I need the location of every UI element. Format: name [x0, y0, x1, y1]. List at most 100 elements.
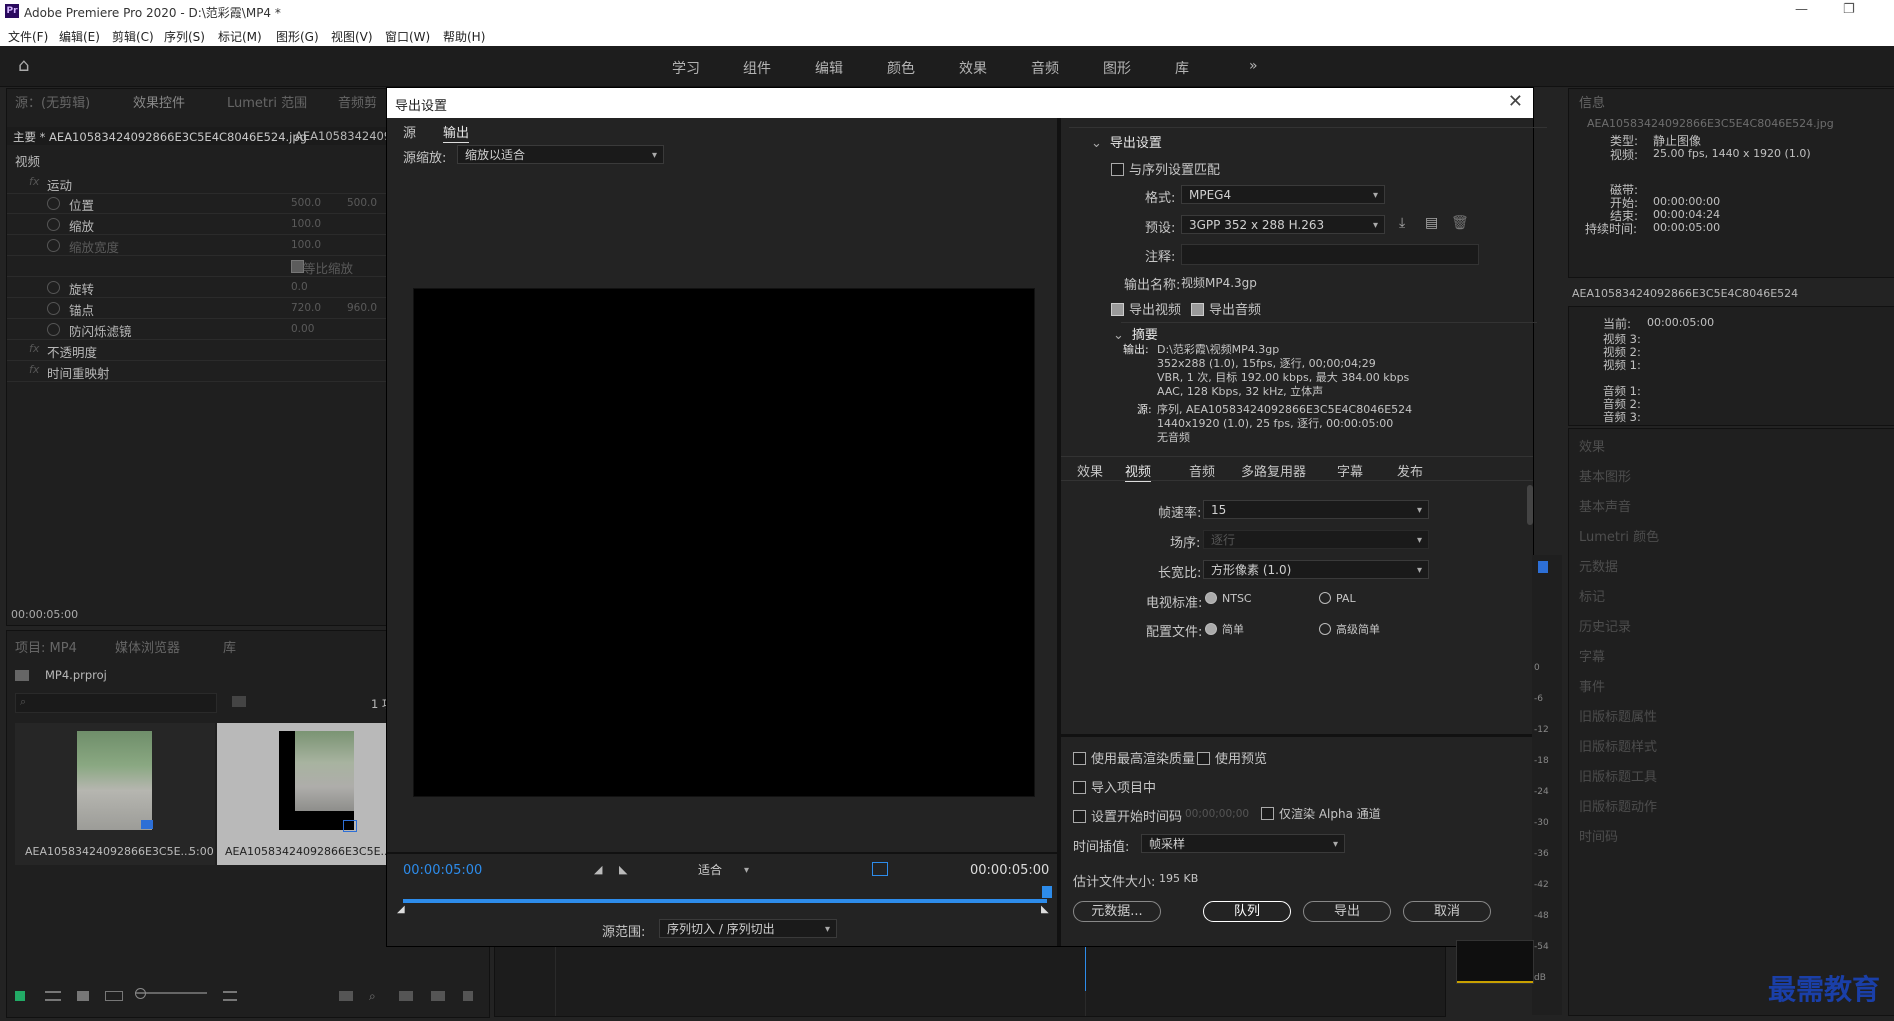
- tab-media-browser[interactable]: 媒体浏览器: [115, 637, 180, 656]
- master-clip-label[interactable]: 主要 * AEA10583424092866E3C5E4C8046E524.jp…: [13, 129, 307, 145]
- effect-row[interactable]: 锚点 720.0 960.0: [7, 298, 389, 319]
- panel-list-item[interactable]: 字幕: [1579, 646, 1605, 665]
- panel-list-item[interactable]: 旧版标题工具: [1579, 766, 1657, 785]
- summary-heading[interactable]: ⌄ 摘要: [1113, 324, 1158, 343]
- marker-icon[interactable]: [1538, 561, 1548, 573]
- frame-rate-dropdown[interactable]: 15 ▾: [1203, 500, 1429, 519]
- home-icon[interactable]: ⌂: [18, 55, 38, 76]
- panel-list-item[interactable]: 效果: [1579, 436, 1605, 455]
- project-item-selected[interactable]: AEA10583424092866E3C5E...: [217, 723, 391, 865]
- import-into-project-checkbox[interactable]: 导入项目中: [1073, 777, 1156, 796]
- project-search-input[interactable]: ⌕: [15, 693, 217, 713]
- source-range-bar[interactable]: [403, 899, 1047, 903]
- aspect-toggle-icon[interactable]: [872, 862, 888, 876]
- delete-preset-icon[interactable]: 🗑: [1451, 215, 1469, 231]
- panel-list-item[interactable]: 标记: [1579, 586, 1605, 605]
- panel-list-item[interactable]: 事件: [1579, 676, 1605, 695]
- menu-window[interactable]: 窗口(W): [385, 28, 430, 45]
- pal-radio[interactable]: PAL: [1319, 592, 1356, 605]
- stopwatch-icon[interactable]: [47, 197, 60, 210]
- fx-badge-icon[interactable]: fx: [29, 175, 39, 188]
- cancel-button[interactable]: 取消: [1403, 901, 1491, 922]
- panel-list-item[interactable]: 时间码: [1579, 826, 1618, 845]
- panel-list-item[interactable]: 旧版标题样式: [1579, 736, 1657, 755]
- export-video-checkbox[interactable]: 导出视频: [1111, 299, 1181, 318]
- zoom-fit-dropdown[interactable]: 适合 ▾: [691, 861, 755, 880]
- menu-help[interactable]: 帮助(H): [443, 28, 485, 45]
- panel-list-item[interactable]: 基本声音: [1579, 496, 1631, 515]
- tab-video[interactable]: 视频: [1125, 461, 1152, 482]
- effect-controls-timecode[interactable]: 00:00:05:00: [11, 608, 78, 621]
- mark-in-icon[interactable]: ◢: [594, 863, 602, 876]
- effect-value[interactable]: 960.0: [347, 302, 377, 314]
- panel-list-item[interactable]: 基本图形: [1579, 466, 1631, 485]
- source-scaling-dropdown[interactable]: 缩放以适合 ▾: [457, 145, 664, 164]
- effect-value[interactable]: 0.00: [291, 323, 314, 335]
- close-icon[interactable]: ✕: [1508, 91, 1523, 112]
- metadata-button[interactable]: 元数据...: [1073, 901, 1161, 922]
- tab-lumetri-scopes[interactable]: Lumetri 范围: [227, 92, 307, 111]
- sort-icon[interactable]: [223, 991, 237, 1001]
- effect-value[interactable]: 100.0: [291, 239, 321, 251]
- match-sequence-checkbox[interactable]: 与序列设置匹配: [1111, 159, 1220, 178]
- effect-value[interactable]: 720.0: [291, 302, 321, 314]
- effect-row[interactable]: 位置 500.0 500.0: [7, 193, 389, 214]
- effect-row[interactable]: 缩放宽度 100.0: [7, 235, 389, 256]
- workspace-audio[interactable]: 音频: [1031, 58, 1059, 78]
- effect-row[interactable]: 等比缩放: [7, 256, 389, 277]
- menu-file[interactable]: 文件(F): [8, 28, 48, 45]
- current-timecode[interactable]: 00:00:05:00: [403, 863, 482, 878]
- restore-button[interactable]: ❐: [1843, 2, 1855, 17]
- effect-value[interactable]: 0.0: [291, 281, 308, 293]
- effect-row[interactable]: fx 不透明度: [7, 340, 389, 361]
- workspace-learn[interactable]: 学习: [672, 58, 700, 78]
- export-settings-heading[interactable]: ⌄ 导出设置: [1091, 132, 1162, 151]
- comments-input[interactable]: [1181, 244, 1479, 265]
- fx-badge-icon[interactable]: fx: [29, 363, 39, 376]
- tab-effect-controls[interactable]: 效果控件: [133, 92, 185, 111]
- playhead-handle[interactable]: [1042, 886, 1052, 898]
- list-view-icon[interactable]: [45, 991, 61, 1001]
- settings-scrollbar[interactable]: [1527, 485, 1533, 525]
- panel-list-item[interactable]: Lumetri 颜色: [1579, 526, 1659, 545]
- tab-publish[interactable]: 发布: [1397, 461, 1423, 480]
- panel-list-item[interactable]: 元数据: [1579, 556, 1618, 575]
- fx-badge-icon[interactable]: fx: [29, 342, 39, 355]
- simple-profile-radio[interactable]: 简单: [1205, 621, 1244, 637]
- alpha-only-checkbox[interactable]: 仅渲染 Alpha 通道: [1261, 805, 1381, 822]
- tab-preview-output[interactable]: 输出: [443, 122, 470, 143]
- playhead[interactable]: [1085, 946, 1086, 991]
- effect-value[interactable]: 500.0: [347, 197, 377, 209]
- panel-list-item[interactable]: 历史记录: [1579, 616, 1631, 635]
- preset-dropdown[interactable]: 3GPP 352 x 288 H.263 ▾: [1181, 215, 1385, 234]
- stopwatch-icon[interactable]: [47, 239, 60, 252]
- effect-row[interactable]: 缩放 100.0: [7, 214, 389, 235]
- source-range-dropdown[interactable]: 序列切入 / 序列切出 ▾: [659, 919, 837, 938]
- automate-to-sequence-icon[interactable]: [339, 991, 353, 1001]
- time-interpolation-dropdown[interactable]: 帧采样 ▾: [1141, 834, 1345, 853]
- export-audio-checkbox[interactable]: 导出音频: [1191, 299, 1261, 318]
- new-bin-icon[interactable]: [232, 696, 246, 707]
- effect-row[interactable]: 防闪烁滤镜 0.00: [7, 319, 389, 340]
- minimize-button[interactable]: —: [1795, 2, 1808, 17]
- mark-out-icon[interactable]: ◣: [619, 863, 627, 876]
- tab-multiplexer[interactable]: 多路复用器: [1241, 461, 1306, 480]
- max-render-quality-checkbox[interactable]: 使用最高渲染质量: [1073, 748, 1195, 767]
- menu-edit[interactable]: 编辑(E): [59, 28, 100, 45]
- workspace-graphics[interactable]: 图形: [1103, 58, 1131, 78]
- stopwatch-icon[interactable]: [47, 218, 60, 231]
- tab-info[interactable]: 信息: [1579, 92, 1605, 111]
- use-previews-checkbox[interactable]: 使用预览: [1197, 748, 1267, 767]
- ntsc-radio[interactable]: NTSC: [1205, 592, 1252, 605]
- zoom-slider-handle[interactable]: [135, 988, 146, 999]
- save-preset-icon[interactable]: ⤓: [1399, 215, 1405, 231]
- out-point-marker[interactable]: ◣: [1041, 904, 1049, 915]
- tab-audio[interactable]: 音频: [1189, 461, 1215, 480]
- format-dropdown[interactable]: MPEG4 ▾: [1181, 185, 1385, 204]
- effect-value[interactable]: 500.0: [291, 197, 321, 209]
- workspace-libraries[interactable]: 库: [1175, 58, 1189, 78]
- workspace-assembly[interactable]: 组件: [743, 58, 771, 78]
- project-item[interactable]: AEA10583424092866E3C5E... 5:00: [15, 723, 215, 865]
- tab-libraries[interactable]: 库: [223, 637, 236, 656]
- advanced-profile-radio[interactable]: 高级简单: [1319, 621, 1380, 637]
